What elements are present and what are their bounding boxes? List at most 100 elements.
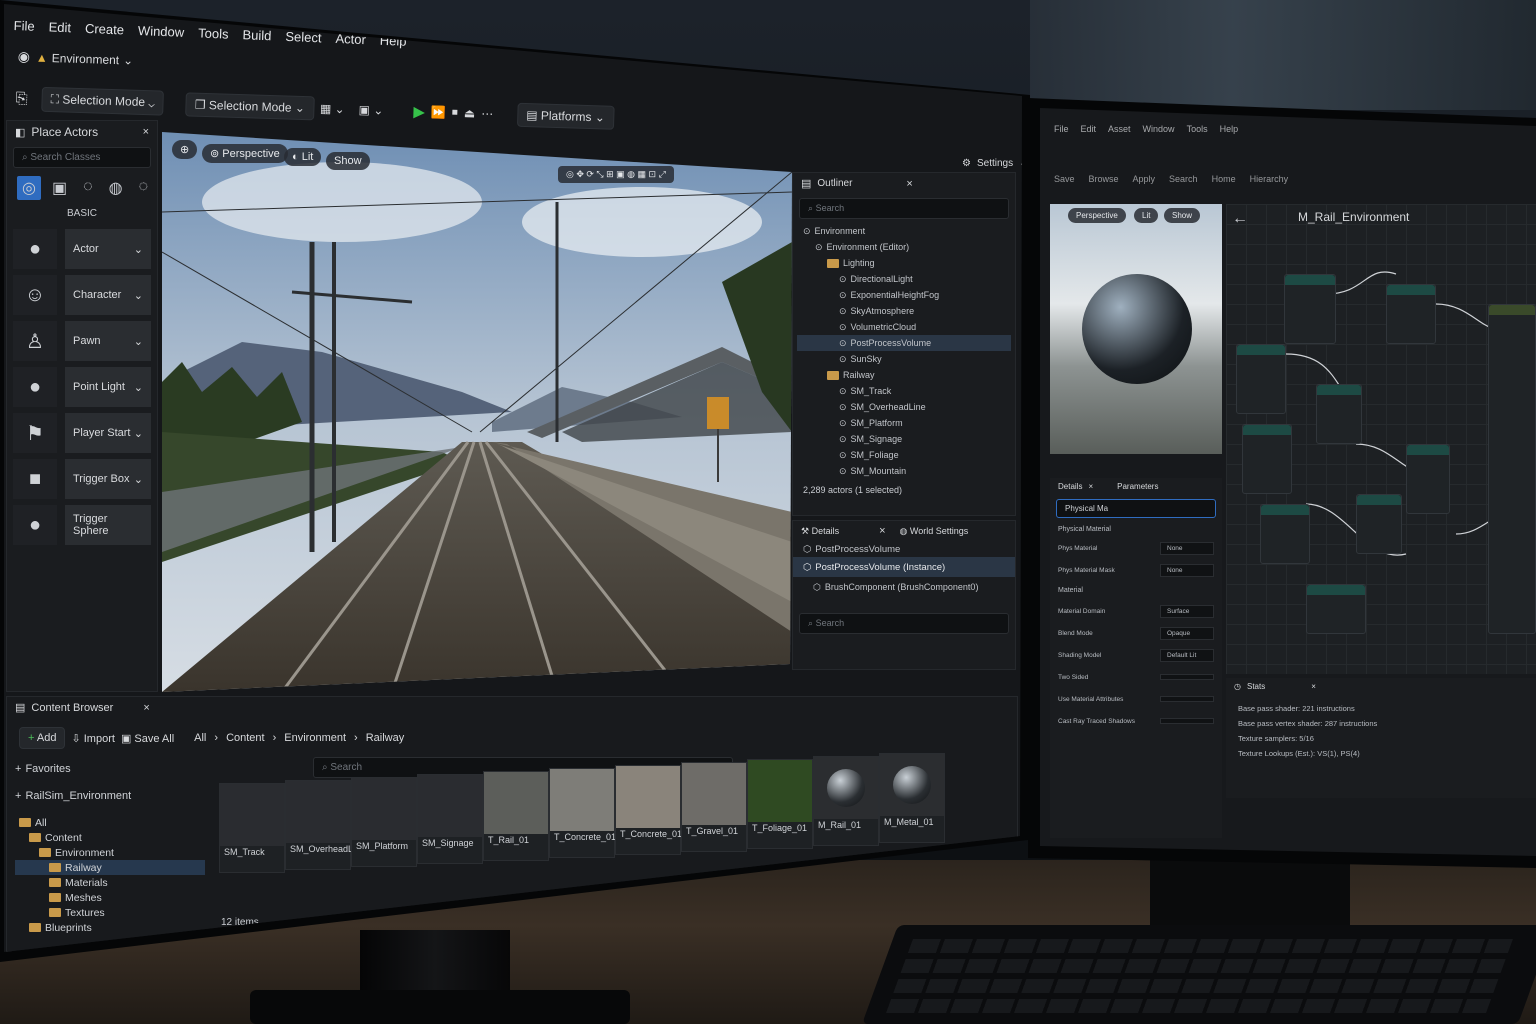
graph-node[interactable]: [1284, 274, 1336, 344]
details-instance-row[interactable]: ⬡ PostProcessVolume (Instance): [793, 557, 1015, 577]
breadcrumb-item[interactable]: Railway: [366, 732, 405, 744]
outliner-row[interactable]: ⊙ SM_Platform: [797, 415, 1011, 431]
blueprint-icon[interactable]: ▣ ⌄: [358, 102, 383, 117]
menu-edit[interactable]: Edit: [1081, 124, 1097, 134]
material-details-search[interactable]: Physical Ma: [1056, 499, 1216, 518]
property-value[interactable]: Surface: [1160, 604, 1214, 618]
asset-tile[interactable]: T_Rail_01: [483, 771, 549, 861]
material-output-node[interactable]: [1488, 304, 1536, 634]
toolbar-search[interactable]: Search: [1169, 174, 1198, 184]
graph-node[interactable]: [1386, 284, 1436, 344]
close-icon[interactable]: ×: [1088, 482, 1093, 491]
tab-basic-icon[interactable]: ◎: [17, 176, 41, 200]
graph-node[interactable]: [1260, 504, 1310, 564]
property-value[interactable]: None: [1160, 563, 1214, 577]
close-icon[interactable]: ×: [879, 525, 885, 537]
menu-edit[interactable]: Edit: [48, 19, 71, 35]
menu-asset[interactable]: Asset: [1108, 124, 1131, 134]
outliner-row[interactable]: ⊙ SM_Track: [797, 383, 1011, 399]
lit-button[interactable]: ◐ Lit: [284, 148, 322, 166]
toolbar-browse[interactable]: Browse: [1089, 174, 1119, 184]
skip-icon[interactable]: ⏩: [431, 105, 446, 119]
perspective-button[interactable]: ⊚ Perspective: [202, 144, 288, 163]
toolbar-hierarchy[interactable]: Hierarchy: [1250, 174, 1289, 184]
platforms-dropdown[interactable]: ▤ Platforms ⌄: [516, 102, 615, 130]
play-button[interactable]: ▶: [413, 102, 425, 120]
asset-tile[interactable]: SM_Platform: [351, 777, 417, 867]
outliner-row[interactable]: ⊙ Environment: [797, 223, 1011, 239]
outliner-row[interactable]: Railway: [797, 367, 1011, 383]
actor-item[interactable]: ■ Trigger Box ⌄: [13, 457, 151, 501]
breadcrumb-item[interactable]: Content: [226, 732, 265, 744]
favorites-row[interactable]: + Favorites: [15, 759, 205, 779]
menu-tools[interactable]: Tools: [198, 25, 229, 41]
menu-help[interactable]: Help: [1220, 124, 1239, 134]
outliner-row[interactable]: ⊙ SM_OverheadLine: [797, 399, 1011, 415]
tab-world-settings[interactable]: ◍ World Settings: [900, 526, 969, 537]
tab-details[interactable]: ⚒ Details: [801, 526, 839, 537]
preview-lit-button[interactable]: Lit: [1134, 208, 1159, 223]
viewport-options-button[interactable]: ⊕: [172, 140, 198, 159]
outliner-row[interactable]: ⊙ SkyAtmosphere: [797, 303, 1011, 319]
menu-build[interactable]: Build: [242, 27, 272, 43]
stop-icon[interactable]: ⏹: [452, 105, 458, 120]
toolbar-save[interactable]: Save: [1054, 174, 1075, 184]
property-value[interactable]: Default Lit: [1160, 648, 1214, 662]
tab-lights-icon[interactable]: ▣: [47, 176, 72, 200]
menu-create[interactable]: Create: [85, 21, 125, 38]
more-icon[interactable]: ⋯: [481, 106, 493, 120]
menu-tools[interactable]: Tools: [1187, 124, 1208, 134]
graph-node[interactable]: [1236, 344, 1286, 414]
settings-button[interactable]: ⚙ Settings ⌄: [962, 158, 1022, 169]
show-button[interactable]: Show: [326, 152, 370, 170]
folder-tree-item[interactable]: All: [15, 815, 205, 830]
menu-window[interactable]: Window: [1143, 124, 1175, 134]
selection-mode-dropdown-2[interactable]: ❒ Selection Mode ⌄: [185, 91, 315, 120]
material-graph[interactable]: M_Rail_Environment ←: [1226, 204, 1536, 674]
actor-item[interactable]: ● Point Light ⌄: [13, 365, 151, 409]
asset-tile[interactable]: T_Concrete_01: [615, 765, 682, 855]
toolbar-home[interactable]: Home: [1212, 174, 1236, 184]
preview-show-button[interactable]: Show: [1164, 208, 1201, 223]
section-physical-material[interactable]: Physical Material: [1050, 522, 1222, 537]
outliner-row[interactable]: ⊙ Environment (Editor): [797, 239, 1011, 255]
property-value[interactable]: [1160, 696, 1214, 702]
outliner-row[interactable]: ⊙ PostProcessVolume: [797, 335, 1011, 351]
actor-item[interactable]: ☺ Character ⌄: [13, 273, 151, 317]
folder-tree-item[interactable]: Railway: [15, 860, 205, 875]
transform-tools[interactable]: ◎ ✥ ⟳ ⤡ ⊞ ▣ ◍ ▦ ⊡ ⤢: [558, 166, 674, 183]
import-button[interactable]: ⇩ Import: [71, 732, 114, 745]
property-value[interactable]: None: [1160, 541, 1214, 555]
outliner-row[interactable]: ⊙ VolumetricCloud: [797, 319, 1011, 335]
actor-item[interactable]: ⚑ Player Start ⌄: [13, 411, 151, 455]
asset-tile[interactable]: SM_OverheadLine: [285, 780, 365, 870]
tab-details[interactable]: Details: [1058, 482, 1082, 491]
close-icon[interactable]: ×: [143, 126, 149, 138]
level-viewport[interactable]: ⊕ ⊚ Perspective ◐ Lit Show ◎ ✥ ⟳ ⤡ ⊞ ▣ ◍…: [162, 132, 792, 692]
save-icon[interactable]: ⎘: [15, 90, 28, 107]
eject-icon[interactable]: ⏏: [464, 106, 476, 120]
details-component-row[interactable]: ⬡ BrushComponent (BrushComponent0): [793, 577, 1015, 597]
outliner-row[interactable]: ⊙ DirectionalLight: [797, 271, 1011, 287]
graph-node[interactable]: [1306, 584, 1366, 634]
asset-tile[interactable]: T_Foliage_01: [747, 759, 813, 849]
folder-tree-item[interactable]: Environment: [15, 845, 205, 860]
graph-node[interactable]: [1406, 444, 1450, 514]
preview-perspective-button[interactable]: Perspective: [1068, 208, 1126, 223]
menu-file[interactable]: File: [1054, 124, 1069, 134]
graph-node[interactable]: [1242, 424, 1292, 494]
outliner-row[interactable]: ⊙ SM_Signage: [797, 431, 1011, 447]
close-icon[interactable]: ×: [143, 702, 149, 714]
details-search-input[interactable]: ⌕ Search: [799, 613, 1009, 634]
outliner-row[interactable]: ⊙ SM_Foliage: [797, 447, 1011, 463]
property-value[interactable]: [1160, 718, 1214, 724]
tab-parameters[interactable]: Parameters: [1117, 482, 1158, 491]
selection-mode-dropdown[interactable]: ⛶ Selection Mode ⌄: [41, 86, 165, 116]
outliner-row[interactable]: ⊙ ExponentialHeightFog: [797, 287, 1011, 303]
outliner-search-input[interactable]: ⌕ Search: [799, 198, 1009, 219]
actor-item[interactable]: ● Trigger Sphere: [13, 503, 151, 547]
breadcrumb-item[interactable]: Environment: [284, 732, 346, 744]
project-row[interactable]: + RailSim_Environment: [15, 785, 205, 807]
section-material[interactable]: Material: [1050, 581, 1222, 600]
graph-node[interactable]: [1316, 384, 1362, 444]
